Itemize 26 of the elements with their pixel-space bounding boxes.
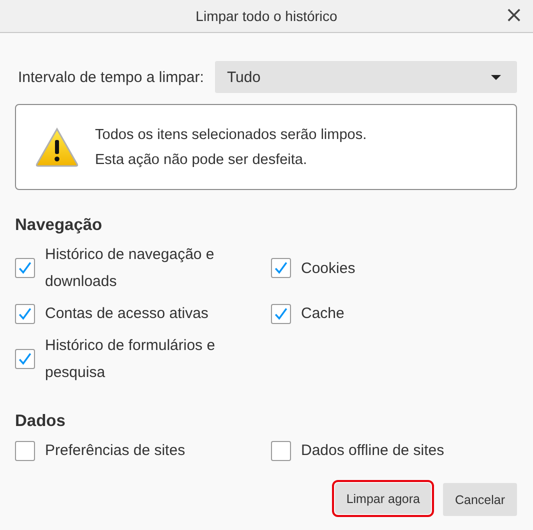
checkbox-label: Histórico de navegação e downloads — [45, 245, 216, 292]
section-heading: Dados — [15, 412, 66, 431]
field-label: Intervalo de tempo a limpar: — [18, 68, 204, 86]
checkbox[interactable] — [15, 349, 35, 369]
checkbox[interactable] — [15, 440, 35, 460]
window-title: Limpar todo o histórico — [196, 8, 338, 24]
checkbox[interactable] — [15, 304, 35, 324]
dialog-button[interactable]: Limpar agora — [332, 480, 434, 517]
checkbox[interactable] — [271, 304, 291, 324]
checkbox-label: Contas de acesso ativas — [45, 304, 208, 324]
section-heading: Navegação — [15, 216, 104, 235]
warning-text: Todos os itens selecionados serão limpos. — [95, 126, 367, 142]
checkbox-label: Preferências de sites — [45, 441, 186, 461]
checkbox[interactable] — [15, 258, 35, 278]
time-range-dropdown[interactable]: Tudo — [214, 61, 517, 93]
warning-icon — [35, 127, 79, 167]
checkbox[interactable] — [271, 258, 291, 278]
checkbox-label: Cookies — [301, 258, 356, 278]
caret-icon — [491, 74, 501, 80]
checkbox-label: Cache — [301, 304, 344, 324]
checkbox[interactable] — [271, 440, 291, 460]
dialog-button[interactable]: Cancelar — [442, 483, 517, 516]
close-button[interactable]: × — [501, 3, 527, 29]
warning-text: Esta ação não pode ser desfeita. — [95, 152, 308, 168]
checkbox-label: Histórico de formulários e pesquisa — [45, 336, 216, 383]
checkbox-label: Dados offline de sites — [301, 441, 444, 461]
